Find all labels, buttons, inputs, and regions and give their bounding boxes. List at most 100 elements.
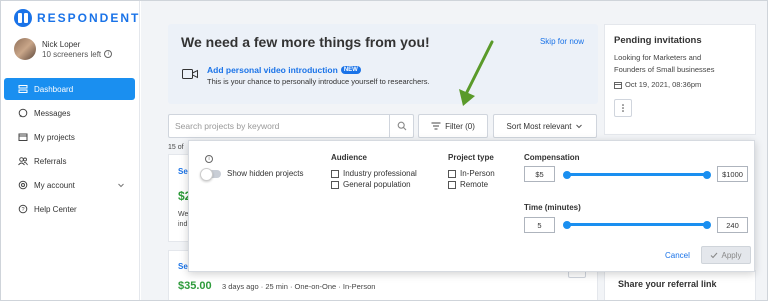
sidebar-item-help-center[interactable]: ? Help Center [4,198,135,220]
invitations-title: Pending invitations [614,35,702,46]
calendar-icon [614,81,622,89]
folder-icon [18,132,28,142]
avatar [14,38,36,60]
time-min-input[interactable]: 5 [524,217,555,233]
project-type-option-remote[interactable]: Remote [448,180,488,189]
sidebar-item-label: Help Center [34,204,77,214]
search-field[interactable]: Search projects by keyword [168,114,414,138]
sidebar-item-label: My account [34,180,75,190]
people-icon [18,156,28,166]
pending-invitations-panel: Pending invitations Looking for Marketer… [604,24,756,135]
project-title[interactable]: Se [178,167,188,176]
annotation-arrow-icon [459,40,494,106]
filter-icon [431,122,441,130]
skip-for-now-link[interactable]: Skip for now [540,37,584,46]
info-icon[interactable]: i [104,50,113,58]
gear-icon [18,180,28,190]
profile-name: Nick Loper [42,39,81,49]
project-description: We [178,211,189,218]
add-video-label: Add personal video introduction [207,65,338,75]
project-type-title: Project type [448,153,494,162]
compensation-slider[interactable] [567,173,707,176]
sidebar: RESPONDENT Nick Loper 10 screeners left … [0,0,140,301]
add-video-link[interactable]: Add personal video introduction NEW [207,65,361,75]
compensation-max-input[interactable]: $1000 [717,166,748,182]
invitation-text[interactable]: Founders of Small businesses [614,65,714,74]
audience-title: Audience [331,153,368,162]
logo[interactable]: RESPONDENT [14,9,140,27]
checkbox-label: Remote [460,180,489,189]
checkbox[interactable] [331,180,339,189]
project-price: $35.00 [178,280,212,292]
checkbox[interactable] [448,180,456,189]
sidebar-item-label: Dashboard [34,84,74,94]
project-description: ind [178,221,188,228]
sidebar-nav: Dashboard Messages My projects Referrals… [4,78,135,222]
filter-label: Filter (0) [445,121,475,131]
apply-label: Apply [721,250,742,260]
profile[interactable]: Nick Loper 10 screeners left i [14,38,113,60]
sidebar-item-my-account[interactable]: My account [4,174,135,196]
sidebar-item-label: Messages [34,108,71,118]
apply-button[interactable]: Apply [701,246,751,264]
time-max-input[interactable]: 240 [717,217,748,233]
project-type-option-in-person[interactable]: In-Person [448,169,495,178]
screeners-left: 10 screeners left [42,49,102,59]
message-icon [18,108,28,118]
compensation-title: Compensation [524,153,580,162]
chevron-down-icon[interactable] [117,181,125,189]
checkbox-label: Industry professional [343,169,417,178]
sidebar-item-referrals[interactable]: Referrals [4,150,135,172]
search-button[interactable] [389,115,413,137]
svg-text:?: ? [21,207,24,213]
new-badge: NEW [340,66,361,74]
help-icon: ? [18,204,28,214]
show-hidden-label: Show hidden projects [227,169,304,178]
respondent-logo-icon [14,9,32,27]
audience-option-industry[interactable]: Industry professional [331,169,417,178]
sidebar-item-messages[interactable]: Messages [4,102,135,124]
info-icon[interactable]: i [205,155,213,163]
video-description: This is your chance to personally introd… [207,77,430,86]
search-icon [397,121,406,131]
more-options-button[interactable] [614,99,632,117]
invitation-date: Oct 19, 2021, 08:36pm [625,80,702,89]
invitation-text[interactable]: Looking for Marketers and [614,53,701,62]
checkbox-label: In-Person [460,169,495,178]
check-icon [711,252,718,258]
referral-panel: Share your referral link [604,270,756,301]
results-count: 15 of [168,144,184,151]
show-hidden-toggle[interactable] [200,168,221,181]
compensation-max-handle[interactable] [703,171,711,179]
banner-title: We need a few more things from you! [181,34,430,50]
onboarding-banner: We need a few more things from you! Skip… [168,24,598,104]
sidebar-item-my-projects[interactable]: My projects [4,126,135,148]
cancel-button[interactable]: Cancel [665,251,690,260]
referral-title: Share your referral link [618,279,717,289]
filter-button[interactable]: Filter (0) [418,114,488,138]
time-min-handle[interactable] [563,221,571,229]
dashboard-icon [18,84,28,94]
sidebar-item-label: Referrals [34,156,67,166]
checkbox[interactable] [448,169,456,178]
sort-dropdown[interactable]: Sort Most relevant [493,114,597,138]
checkbox[interactable] [331,169,339,178]
filter-popup: i Show hidden projects Audience Industry… [188,140,755,272]
brand-name: RESPONDENT [37,11,141,25]
search-input[interactable]: Search projects by keyword [175,121,279,131]
sort-label: Sort Most relevant [506,121,572,131]
sidebar-item-label: My projects [34,132,75,142]
compensation-min-input[interactable]: $5 [524,166,555,182]
time-slider[interactable] [567,223,707,226]
audience-option-general[interactable]: General population [331,180,411,189]
checkbox-label: General population [343,180,411,189]
chevron-down-icon [576,124,583,129]
compensation-min-handle[interactable] [563,171,571,179]
video-camera-icon [182,69,198,79]
sidebar-item-dashboard[interactable]: Dashboard [4,78,135,100]
project-meta: 3 days ago · 25 min · One-on-One · In-Pe… [222,282,376,291]
time-title: Time (minutes) [524,203,581,212]
more-vertical-icon [622,104,624,112]
time-max-handle[interactable] [703,221,711,229]
project-title[interactable]: Se [178,262,188,271]
